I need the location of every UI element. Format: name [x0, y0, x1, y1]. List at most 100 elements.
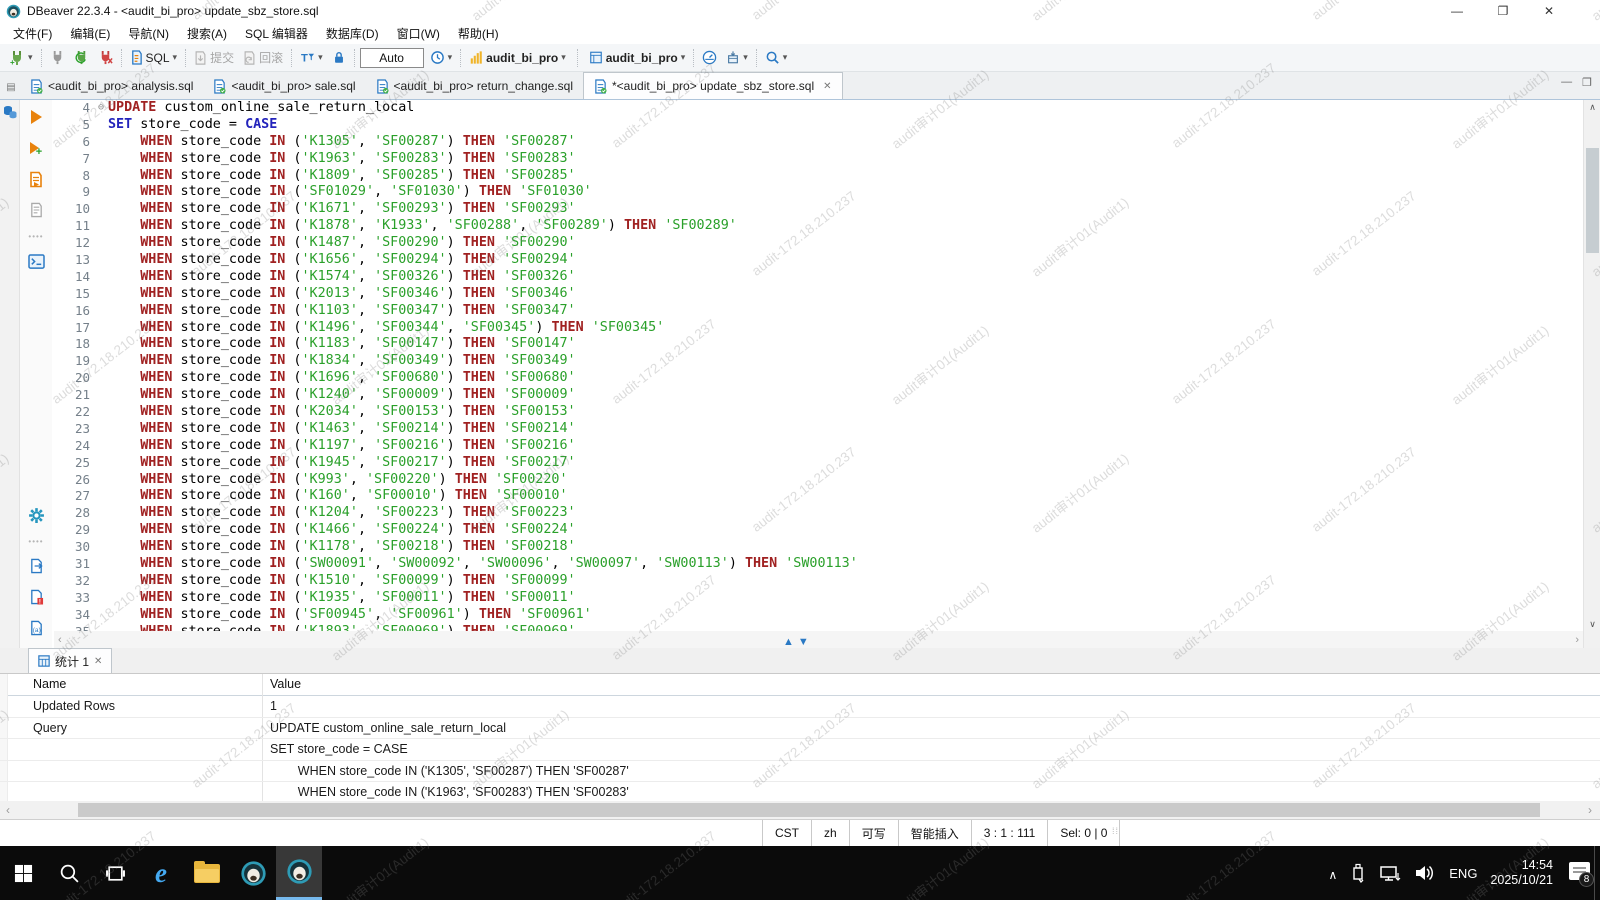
schema-name[interactable]: audit_bi_pro: [606, 51, 678, 65]
settings-gear-icon[interactable]: [25, 504, 47, 526]
editor-line-22[interactable]: 22 WHEN store_code IN ('K2034', 'SF00153…: [52, 404, 1548, 421]
tab-update-sbz-store-sql[interactable]: *<audit_bi_pro> update_sbz_store.sql ✕: [583, 72, 843, 99]
table-row[interactable]: WHEN store_code IN ('K1305', 'SF00287') …: [0, 761, 1600, 783]
tab-close-icon[interactable]: ✕: [94, 656, 102, 667]
editor-line-21[interactable]: 21 WHEN store_code IN ('K1240', 'SF00009…: [52, 387, 1548, 404]
menu-item-6[interactable]: 窗口(W): [388, 23, 449, 44]
tab-sale-sql[interactable]: <audit_bi_pro> sale.sql: [203, 73, 365, 99]
disconnect-button[interactable]: [95, 48, 116, 67]
commit-button[interactable]: 提交: [191, 47, 237, 68]
reconnect-button[interactable]: [71, 48, 92, 67]
editor-line-24[interactable]: 24 WHEN store_code IN ('K1197', 'SF00216…: [52, 438, 1548, 455]
transaction-history-button[interactable]: ▾: [427, 48, 456, 67]
editor-line-20[interactable]: 20 WHEN store_code IN ('K1696', 'SF00680…: [52, 370, 1548, 387]
minimize-view-icon[interactable]: —: [1561, 76, 1572, 89]
network-icon[interactable]: [1379, 864, 1401, 882]
editor-line-19[interactable]: 19 WHEN store_code IN ('K1834', 'SF00349…: [52, 353, 1548, 370]
editor-line-25[interactable]: 25 WHEN store_code IN ('K1945', 'SF00217…: [52, 455, 1548, 472]
editor-line-29[interactable]: 29 WHEN store_code IN ('K1466', 'SF00224…: [52, 522, 1548, 539]
editor-line-13[interactable]: 13 WHEN store_code IN ('K1656', 'SF00294…: [52, 252, 1548, 269]
editor-line-14[interactable]: 14 WHEN store_code IN ('K1574', 'SF00326…: [52, 269, 1548, 286]
menu-item-0[interactable]: 文件(F): [4, 23, 61, 44]
editor-line-17[interactable]: 17 WHEN store_code IN ('K1496', 'SF00344…: [52, 320, 1548, 337]
transaction-log-button[interactable]: T ▾: [297, 48, 326, 67]
scroll-right-icon[interactable]: ›: [1575, 634, 1579, 646]
execute-in-new-tab-button[interactable]: +: [25, 137, 47, 159]
scrollbar-thumb[interactable]: [78, 803, 1540, 817]
table-row[interactable]: QueryUPDATE custom_online_sale_return_lo…: [0, 718, 1600, 740]
dashboard-button[interactable]: [699, 48, 720, 67]
editor-line-5[interactable]: 5SET store_code = CASE: [52, 117, 1548, 134]
schema-selector[interactable]: audit_bi_pro ▾: [586, 48, 689, 67]
tab-label[interactable]: <audit_bi_pro> return_change.sql: [394, 79, 573, 93]
menu-item-1[interactable]: 编辑(E): [61, 23, 119, 44]
internet-explorer-icon[interactable]: e: [138, 846, 184, 900]
tab-label[interactable]: <audit_bi_pro> sale.sql: [231, 79, 355, 93]
editor-line-23[interactable]: 23 WHEN store_code IN ('K1463', 'SF00214…: [52, 421, 1548, 438]
connection-name[interactable]: audit_bi_pro: [486, 51, 558, 65]
scroll-down-icon[interactable]: ∨: [1584, 617, 1600, 632]
connection-selector[interactable]: audit_bi_pro ▾: [466, 48, 569, 67]
database-navigator-icon[interactable]: [0, 100, 19, 120]
table-row[interactable]: WHEN store_code IN ('K1963', 'SF00283') …: [0, 782, 1600, 801]
scroll-left-icon[interactable]: ‹: [58, 634, 62, 646]
editor-line-34[interactable]: 34 WHEN store_code IN ('SF00945', 'SF009…: [52, 607, 1548, 624]
editor-line-18[interactable]: 18 WHEN store_code IN ('K1183', 'SF00147…: [52, 336, 1548, 353]
sql-button-label[interactable]: SQL: [146, 51, 170, 65]
table-row[interactable]: SET store_code = CASE: [0, 739, 1600, 761]
editor-line-4[interactable]: 4⊖UPDATE custom_online_sale_return_local: [52, 100, 1548, 117]
taskbar-clock[interactable]: 14:54 2025/10/21: [1490, 858, 1553, 888]
fold-collapse-icon[interactable]: ⊖: [94, 100, 108, 117]
editor-line-28[interactable]: 28 WHEN store_code IN ('K1204', 'SF00223…: [52, 505, 1548, 522]
show-desktop-button[interactable]: [1594, 846, 1600, 900]
file-explorer-icon[interactable]: [184, 846, 230, 900]
sql-editor[interactable]: 4⊖UPDATE custom_online_sale_return_local…: [52, 100, 1548, 638]
tab-label[interactable]: <audit_bi_pro> analysis.sql: [48, 79, 193, 93]
menu-item-3[interactable]: 搜索(A): [178, 23, 236, 44]
chevron-down-icon[interactable]: ▾: [783, 53, 788, 62]
language-indicator[interactable]: ENG: [1449, 866, 1477, 881]
editor-line-32[interactable]: 32 WHEN store_code IN ('K1510', 'SF00099…: [52, 573, 1548, 590]
new-connection-button[interactable]: + ▾: [6, 48, 36, 68]
editor-line-27[interactable]: 27 WHEN store_code IN ('K160', 'SF00010'…: [52, 488, 1548, 505]
dbeaver-taskbar-icon[interactable]: [230, 846, 276, 900]
chevron-down-icon[interactable]: ▾: [28, 53, 33, 62]
chevron-down-icon[interactable]: ▾: [561, 53, 566, 62]
editor-line-33[interactable]: 33 WHEN store_code IN ('K1935', 'SF00011…: [52, 590, 1548, 607]
close-button[interactable]: ✕: [1526, 0, 1572, 22]
editor-line-26[interactable]: 26 WHEN store_code IN ('K993', 'SF00220'…: [52, 472, 1548, 489]
editor-line-11[interactable]: 11 WHEN store_code IN ('K1878', 'K1933',…: [52, 218, 1548, 235]
usb-device-icon[interactable]: [1350, 863, 1366, 883]
task-view-icon[interactable]: [92, 846, 138, 900]
editor-line-8[interactable]: 8 WHEN store_code IN ('K1809', 'SF00285'…: [52, 168, 1548, 185]
maximize-view-icon[interactable]: ❐: [1582, 76, 1592, 89]
editor-line-15[interactable]: 15 WHEN store_code IN ('K2013', 'SF00346…: [52, 286, 1548, 303]
file-error-icon[interactable]: !: [25, 586, 47, 608]
restore-panel-icon[interactable]: ▤: [2, 75, 20, 99]
column-header-value[interactable]: Value: [270, 677, 301, 691]
scrollbar-thumb[interactable]: [1586, 148, 1599, 253]
tray-chevron-icon[interactable]: ∧: [1328, 868, 1337, 882]
tab-close-icon[interactable]: ✕: [823, 81, 831, 92]
chevron-down-icon[interactable]: ▾: [681, 53, 686, 62]
menu-item-2[interactable]: 导航(N): [119, 23, 178, 44]
column-header-name[interactable]: Name: [33, 677, 66, 691]
sql-search-button[interactable]: ▾: [762, 48, 791, 67]
editor-line-7[interactable]: 7 WHEN store_code IN ('K1963', 'SF00283'…: [52, 151, 1548, 168]
scroll-up-icon[interactable]: ∧: [1584, 100, 1600, 115]
editor-line-6[interactable]: 6 WHEN store_code IN ('K1305', 'SF00287'…: [52, 134, 1548, 151]
panel-sash-controls[interactable]: ▲ ▼: [783, 636, 809, 648]
editor-line-9[interactable]: 9 WHEN store_code IN ('SF01029', 'SF0103…: [52, 184, 1548, 201]
tab-label[interactable]: *<audit_bi_pro> update_sbz_store.sql: [612, 79, 814, 93]
lock-icon[interactable]: [329, 48, 349, 67]
table-row[interactable]: Updated Rows1: [0, 696, 1600, 718]
file-variables-icon[interactable]: (a): [25, 617, 47, 639]
rollback-button-label[interactable]: 回滚: [259, 49, 283, 66]
start-button[interactable]: [0, 846, 46, 900]
open-console-button[interactable]: [25, 250, 47, 272]
tab-analysis-sql[interactable]: <audit_bi_pro> analysis.sql: [20, 73, 203, 99]
chevron-down-icon[interactable]: ▾: [318, 53, 323, 62]
results-tab-label[interactable]: 统计 1: [55, 653, 89, 670]
sql-editor-button[interactable]: SQL ▾: [127, 48, 181, 67]
chevron-down-icon[interactable]: ▾: [173, 53, 178, 62]
